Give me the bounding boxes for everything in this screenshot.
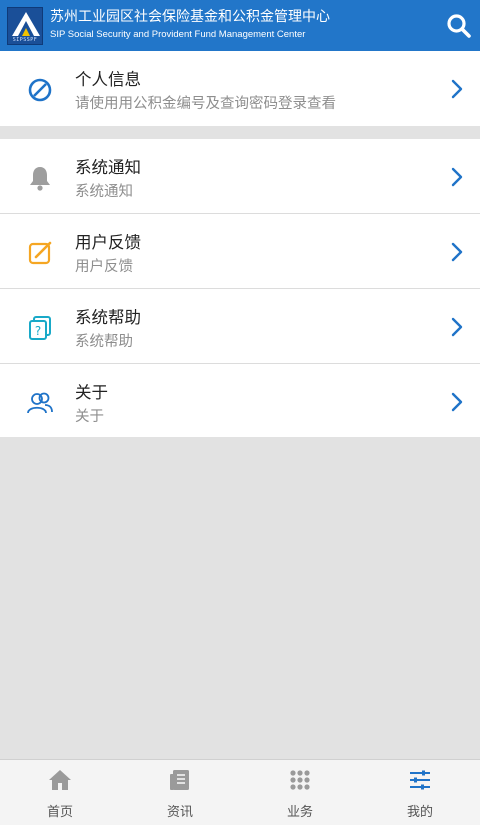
chevron-right-icon: [451, 317, 463, 337]
settings-menu-list: 系统通知 系统通知 用户反馈 用户反馈 ? 系统帮助 系统帮助 关于 关于: [0, 139, 480, 437]
bell-icon: [30, 167, 50, 191]
chevron-right-icon: [451, 392, 463, 412]
tab-business[interactable]: 业务: [240, 760, 360, 825]
personal-info-title: 个人信息: [75, 70, 141, 89]
chevron-right-icon: [451, 242, 463, 262]
edit-icon: [28, 241, 52, 265]
menu-item-feedback[interactable]: 用户反馈 用户反馈: [0, 214, 480, 289]
svg-text:?: ?: [35, 324, 41, 338]
personal-info-subtitle: 请使用用公积金编号及查询密码登录查看: [75, 96, 336, 112]
menu-item-subtitle: 系统帮助: [75, 334, 133, 350]
page-title: 苏州工业园区社会保险基金和公积金管理中心: [50, 9, 330, 25]
menu-item-title: 用户反馈: [75, 233, 141, 252]
tab-mine[interactable]: 我的: [360, 760, 480, 825]
bottom-tab-bar: 首页 资讯 业务 我的: [0, 759, 480, 825]
menu-item-help[interactable]: ? 系统帮助 系统帮助: [0, 289, 480, 364]
logo-emblem-icon: [12, 12, 40, 36]
home-icon: [49, 770, 71, 790]
center-logo: SIPSSPF: [7, 7, 43, 45]
tab-home[interactable]: 首页: [0, 760, 120, 825]
tab-label: 业务: [286, 805, 313, 820]
help-icon: ?: [29, 316, 51, 340]
menu-item-subtitle: 关于: [75, 409, 104, 425]
search-icon: [447, 14, 471, 38]
tab-label: 首页: [46, 805, 73, 820]
block-icon: [28, 78, 52, 102]
app-header: SIPSSPF 苏州工业园区社会保险基金和公积金管理中心 SIP Social …: [0, 0, 480, 51]
menu-item-subtitle: 系统通知: [75, 184, 133, 200]
tab-label: 资讯: [166, 805, 193, 820]
menu-item-about[interactable]: 关于 关于: [0, 364, 480, 439]
grid-icon: [290, 770, 310, 790]
users-icon: [27, 392, 53, 414]
tab-news[interactable]: 资讯: [120, 760, 240, 825]
menu-item-subtitle: 用户反馈: [75, 259, 133, 275]
personal-info-section: 个人信息 请使用用公积金编号及查询密码登录查看: [0, 51, 480, 126]
tab-label: 我的: [406, 805, 433, 820]
news-icon: [170, 770, 189, 790]
menu-item-notifications[interactable]: 系统通知 系统通知: [0, 139, 480, 214]
personal-info-row[interactable]: 个人信息 请使用用公积金编号及查询密码登录查看: [0, 51, 480, 126]
menu-item-title: 系统通知: [75, 158, 141, 177]
logo-text: SIPSSPF: [12, 37, 38, 43]
menu-item-title: 系统帮助: [75, 308, 141, 327]
chevron-right-icon: [451, 167, 463, 187]
menu-item-title: 关于: [75, 383, 108, 402]
header-titles: 苏州工业园区社会保险基金和公积金管理中心 SIP Social Security…: [50, 8, 330, 42]
settings-sliders-icon: [410, 770, 430, 790]
page-subtitle: SIP Social Security and Provident Fund M…: [50, 29, 306, 40]
chevron-right-icon: [451, 79, 463, 99]
search-button[interactable]: [446, 13, 472, 39]
